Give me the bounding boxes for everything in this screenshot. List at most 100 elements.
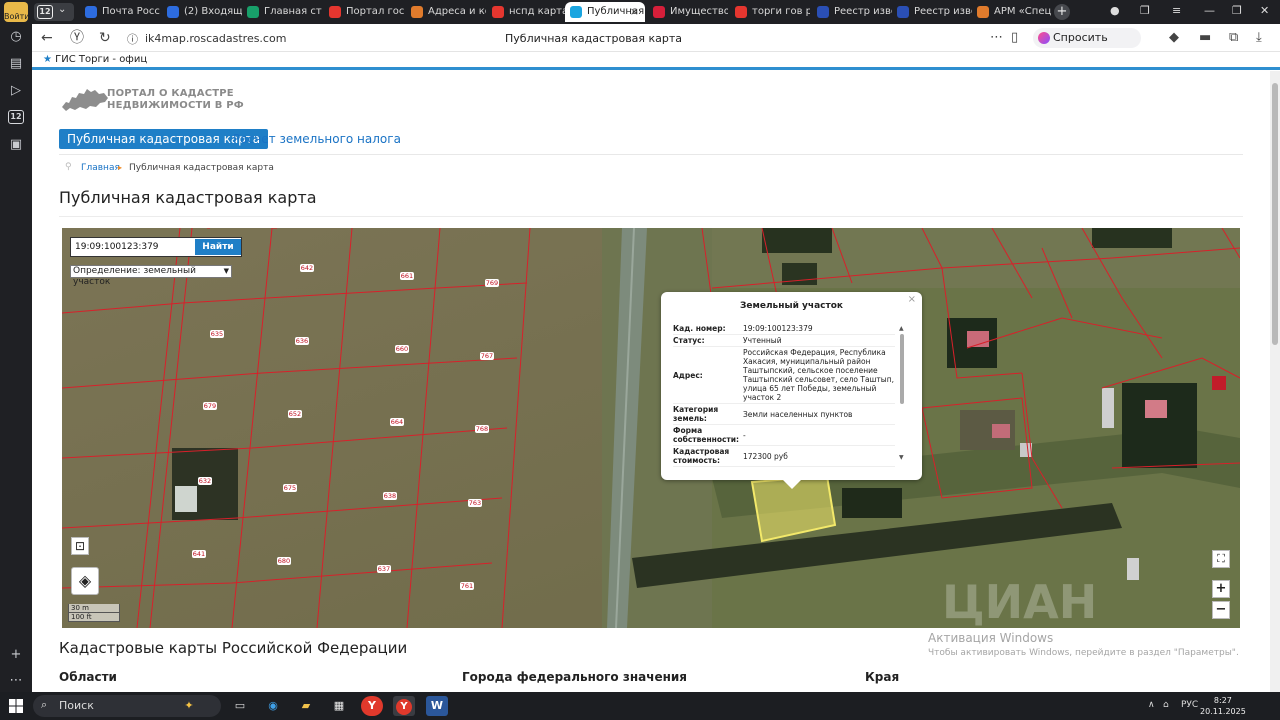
more-options-icon[interactable]: ⋯ bbox=[990, 30, 1003, 45]
add-icon[interactable]: + bbox=[8, 647, 24, 663]
layers-icon[interactable]: ◈ bbox=[71, 567, 99, 595]
site-icon bbox=[411, 6, 423, 18]
tab-10[interactable]: Реестр изве bbox=[892, 2, 972, 22]
tab-label: торги гов ру bbox=[752, 6, 810, 17]
section-title: Кадастровые карты Российской Федерации bbox=[59, 639, 408, 657]
yandex-icon[interactable]: Ⓨ bbox=[70, 30, 84, 46]
ask-alice-button[interactable]: Спросить Алису AI bbox=[1033, 28, 1141, 64]
extension-icon[interactable]: ◆ bbox=[1169, 30, 1179, 45]
tab-7[interactable]: Имущество bbox=[648, 2, 728, 22]
close-window-icon[interactable]: ✕ bbox=[1260, 4, 1269, 17]
cadastral-number-input[interactable] bbox=[73, 239, 193, 255]
bookmark-gis-torgi[interactable]: ★ ГИС Торги - офиц bbox=[43, 54, 147, 65]
yandex-icon bbox=[492, 6, 504, 18]
yandex-browser-icon[interactable]: Y bbox=[361, 696, 383, 716]
reload-icon[interactable]: ↻ bbox=[99, 30, 111, 46]
system-clock[interactable]: 8:27 20.11.2025 bbox=[1200, 695, 1246, 717]
copilot-icon[interactable]: ✦ bbox=[178, 696, 200, 716]
store-icon[interactable]: ▦ bbox=[328, 696, 350, 716]
task-view-icon[interactable]: ▭ bbox=[229, 696, 251, 716]
yandex-browser-active-icon[interactable]: Y bbox=[393, 696, 415, 716]
zoom-out-button[interactable]: − bbox=[1212, 601, 1230, 619]
network-icon[interactable]: ⌂ bbox=[1163, 700, 1169, 710]
scroll-down-icon[interactable]: ▼ bbox=[899, 454, 904, 461]
find-button[interactable]: Найти bbox=[195, 239, 241, 255]
tab-1[interactable]: (2) Входящие bbox=[162, 2, 242, 22]
russia-map-logo-icon bbox=[62, 89, 108, 111]
parcel-number-label: 660 bbox=[396, 345, 408, 353]
column-krai: Края bbox=[865, 670, 900, 684]
site-info-icon[interactable]: ⓘ bbox=[127, 32, 138, 48]
notes-icon[interactable]: ▤ bbox=[8, 56, 24, 72]
windows-start-icon[interactable] bbox=[9, 699, 23, 713]
nav-land-tax[interactable]: Расчет земельного налога bbox=[233, 129, 401, 149]
page-scroll-thumb[interactable] bbox=[1272, 83, 1278, 345]
tab-label: Имущество bbox=[670, 6, 728, 17]
bookmark-icon[interactable]: ▯ bbox=[1011, 30, 1018, 45]
zoom-in-button[interactable]: + bbox=[1212, 580, 1230, 598]
parcel-number-label: 661 bbox=[401, 272, 413, 280]
fullscreen-icon[interactable]: ⛶ bbox=[1212, 550, 1230, 568]
back-icon[interactable]: ← bbox=[41, 30, 53, 46]
explorer-icon[interactable]: ▰ bbox=[295, 696, 317, 716]
menu-icon[interactable]: ≡ bbox=[1172, 4, 1181, 17]
tab-group-button[interactable]: 12 ⌄ bbox=[34, 3, 74, 21]
download-icon[interactable]: ⤓ bbox=[1256, 30, 1262, 45]
profile-icon[interactable]: ● bbox=[1110, 4, 1120, 17]
minimize-icon[interactable]: — bbox=[1204, 4, 1215, 17]
collections-icon[interactable]: ❐ bbox=[1140, 4, 1150, 17]
popup-scrollbar[interactable]: ▲ ▼ bbox=[899, 325, 905, 461]
tabs-count-badge[interactable]: 12 bbox=[8, 110, 24, 124]
tab-label: Реестр изве bbox=[914, 6, 972, 17]
restore-icon[interactable]: ❐ bbox=[1232, 4, 1242, 17]
more-icon[interactable]: ⋯ bbox=[8, 673, 24, 689]
tab-3[interactable]: Портал госу bbox=[324, 2, 404, 22]
downloads-icon[interactable]: ▬ bbox=[1199, 30, 1211, 45]
attr-key: Форма собственности: bbox=[673, 424, 743, 446]
parcel-number-label: 635 bbox=[211, 330, 223, 338]
close-tab-icon[interactable]: × bbox=[630, 2, 639, 22]
page-scrollbar[interactable] bbox=[1270, 71, 1280, 692]
close-icon[interactable]: × bbox=[908, 294, 916, 305]
attr-key: Адрес: bbox=[673, 346, 743, 404]
popup-title: Земельный участок bbox=[740, 301, 843, 311]
scroll-up-icon[interactable]: ▲ bbox=[899, 325, 904, 332]
table-row: Кад. номер: 19:09:100123:379 bbox=[673, 323, 895, 335]
definition-select[interactable]: Определение: земельный участок ▼ bbox=[70, 265, 232, 287]
tab-11[interactable]: АРМ «Специ bbox=[972, 2, 1052, 22]
word-icon[interactable]: W bbox=[426, 696, 448, 716]
user-avatar[interactable]: Войти bbox=[4, 2, 28, 22]
tray-arrow-icon[interactable]: ∧ bbox=[1148, 700, 1155, 710]
map-scale: 30 m 100 ft bbox=[68, 604, 120, 622]
location-pin-icon: ⚲ bbox=[65, 162, 72, 172]
cadastral-map[interactable]: 642 661 769 635 636 660 767 679 652 664 768 632 675 6… bbox=[62, 228, 1240, 628]
url-text[interactable]: ik4map.roscadastres.com bbox=[145, 32, 286, 45]
tab-4[interactable]: Адреса и ко bbox=[406, 2, 486, 22]
tab-2[interactable]: Главная стра bbox=[242, 2, 322, 22]
tab-5[interactable]: нспд карта н bbox=[487, 2, 567, 22]
parcel-number-label: 652 bbox=[289, 410, 301, 418]
popup-scroll-area[interactable]: Кад. номер: 19:09:100123:379 Статус: Учтен… bbox=[673, 323, 895, 471]
new-tab-button[interactable]: + bbox=[1054, 4, 1070, 20]
media-icon[interactable]: ▣ bbox=[8, 137, 24, 153]
breadcrumb-home[interactable]: Главная bbox=[81, 162, 120, 174]
scale-metric: 30 m bbox=[68, 604, 120, 613]
scale-imperial: 100 ft bbox=[68, 613, 120, 622]
parcel-number-label: 664 bbox=[391, 418, 403, 426]
tab-8[interactable]: торги гов ру bbox=[730, 2, 810, 22]
share-icon[interactable]: ⧉ bbox=[1229, 30, 1238, 45]
tab-label: Почта России bbox=[102, 6, 160, 17]
clock-icon[interactable]: ◷ bbox=[8, 29, 24, 45]
tab-9[interactable]: Реестр изве bbox=[812, 2, 892, 22]
tab-6-active[interactable]: Публичная ка× bbox=[565, 2, 645, 22]
table-row: Статус: Учтенный bbox=[673, 334, 895, 347]
title-divider bbox=[59, 216, 1243, 217]
parcel-number-label: 638 bbox=[384, 492, 396, 500]
edge-icon[interactable]: ◉ bbox=[262, 696, 284, 716]
language-indicator[interactable]: РУС bbox=[1181, 700, 1198, 710]
tab-0[interactable]: Почта России bbox=[80, 2, 160, 22]
play-icon[interactable]: ▷ bbox=[8, 83, 24, 99]
crop-icon[interactable]: ⊡ bbox=[71, 537, 89, 555]
site-icon bbox=[653, 6, 665, 18]
scroll-thumb[interactable] bbox=[900, 334, 904, 404]
